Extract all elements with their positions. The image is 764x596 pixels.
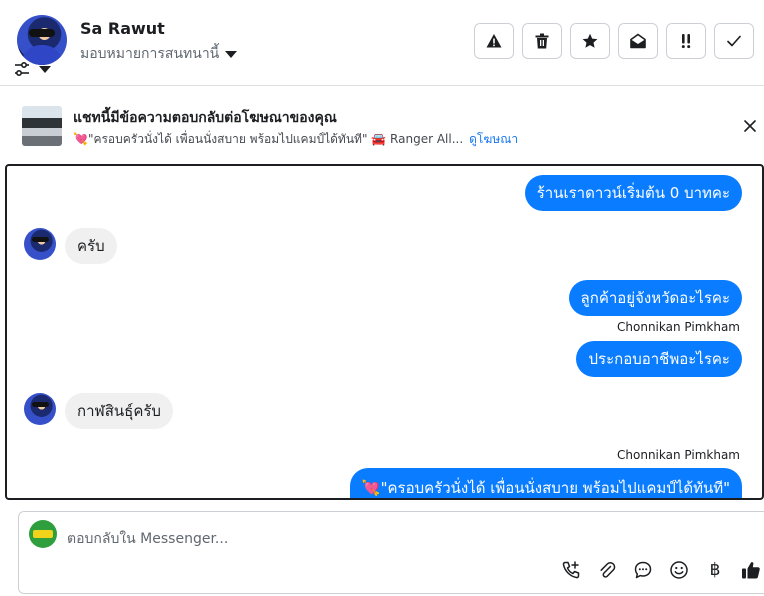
ad-banner-subtitle: 💘"ครอบครัวนั่งได้ เพื่อนนั่งสบาย พร้อมไป… bbox=[73, 130, 518, 149]
contact-avatar-small[interactable] bbox=[24, 393, 56, 425]
contact-avatar[interactable] bbox=[17, 15, 67, 65]
saved-reply-icon bbox=[634, 561, 652, 579]
report-button[interactable] bbox=[474, 23, 514, 59]
attach-button[interactable] bbox=[596, 559, 618, 581]
envelope-open-icon bbox=[630, 33, 646, 49]
like-icon bbox=[742, 562, 760, 579]
delete-button[interactable] bbox=[522, 23, 562, 59]
saved-reply-button[interactable] bbox=[632, 559, 654, 581]
call-button[interactable] bbox=[560, 559, 582, 581]
message-bubble-incoming[interactable]: ครับ bbox=[65, 228, 117, 264]
baht-icon: ฿ bbox=[709, 560, 721, 580]
assign-conversation-dropdown[interactable]: มอบหมายการสนทนานี้ bbox=[80, 43, 238, 65]
sender-name: Chonnikan Pimkham bbox=[617, 320, 740, 334]
star-icon bbox=[582, 33, 598, 48]
reply-input[interactable]: ตอบกลับใน Messenger... bbox=[67, 528, 228, 550]
double-exclamation-icon bbox=[681, 34, 691, 49]
filter-button[interactable] bbox=[14, 62, 51, 76]
like-button[interactable] bbox=[740, 559, 762, 581]
mark-done-button[interactable] bbox=[714, 23, 754, 59]
ad-thumbnail[interactable] bbox=[22, 106, 62, 146]
contact-avatar-small[interactable] bbox=[24, 228, 56, 260]
assign-label: มอบหมายการสนทนานี้ bbox=[80, 46, 220, 62]
emoji-button[interactable] bbox=[668, 559, 690, 581]
composer-toolbar: ฿ bbox=[560, 559, 762, 581]
view-ad-link[interactable]: ดูโฆษณา bbox=[469, 132, 518, 146]
close-banner-button[interactable] bbox=[741, 117, 759, 135]
message-thread[interactable]: ร้านเราดาวน์เริ่มต้น 0 บาทคะ ครับ ลูกค้า… bbox=[5, 164, 764, 500]
reply-composer: ตอบกลับใน Messenger... ฿ bbox=[18, 511, 764, 594]
chevron-down-icon bbox=[225, 50, 238, 58]
close-icon bbox=[744, 120, 756, 132]
mark-unread-button[interactable] bbox=[618, 23, 658, 59]
sender-name: Chonnikan Pimkham bbox=[617, 448, 740, 462]
message-bubble-outgoing[interactable]: ลูกค้าอยู่จังหวัดอะไรคะ bbox=[568, 280, 742, 316]
contact-name[interactable]: Sa Rawut bbox=[80, 19, 165, 38]
follow-up-button[interactable] bbox=[666, 23, 706, 59]
conversation-header: Sa Rawut มอบหมายการสนทนานี้ bbox=[0, 0, 764, 86]
payment-button[interactable]: ฿ bbox=[704, 559, 726, 581]
emoji-icon bbox=[670, 561, 688, 579]
star-button[interactable] bbox=[570, 23, 610, 59]
message-bubble-incoming[interactable]: กาฬสินธุ์ครับ bbox=[65, 393, 173, 429]
conversation-actions bbox=[474, 23, 754, 59]
message-bubble-outgoing[interactable]: ร้านเราดาวน์เริ่มต้น 0 บาทคะ bbox=[524, 175, 742, 211]
chevron-down-icon bbox=[39, 65, 51, 73]
warning-icon bbox=[486, 34, 502, 48]
ad-banner-title: แชทนี้มีข้อความตอบกลับต่อโฆษณาของคุณ bbox=[73, 110, 337, 126]
trash-icon bbox=[535, 33, 549, 49]
sliders-icon bbox=[15, 62, 29, 76]
ad-reply-banner: แชทนี้มีข้อความตอบกลับต่อโฆษณาของคุณ 💘"ค… bbox=[0, 87, 764, 164]
call-icon bbox=[562, 561, 580, 579]
ad-caption: 💘"ครอบครัวนั่งได้ เพื่อนนั่งสบาย พร้อมไป… bbox=[73, 132, 464, 146]
message-bubble-outgoing[interactable]: 💘"ครอบครัวนั่งได้ เพื่อนนั่งสบาย พร้อมไป… bbox=[349, 468, 742, 498]
attachment-icon bbox=[600, 561, 616, 578]
page-avatar bbox=[29, 520, 57, 548]
check-icon bbox=[727, 35, 741, 47]
message-bubble-outgoing[interactable]: ประกอบอาชีพอะไรคะ bbox=[576, 341, 742, 377]
